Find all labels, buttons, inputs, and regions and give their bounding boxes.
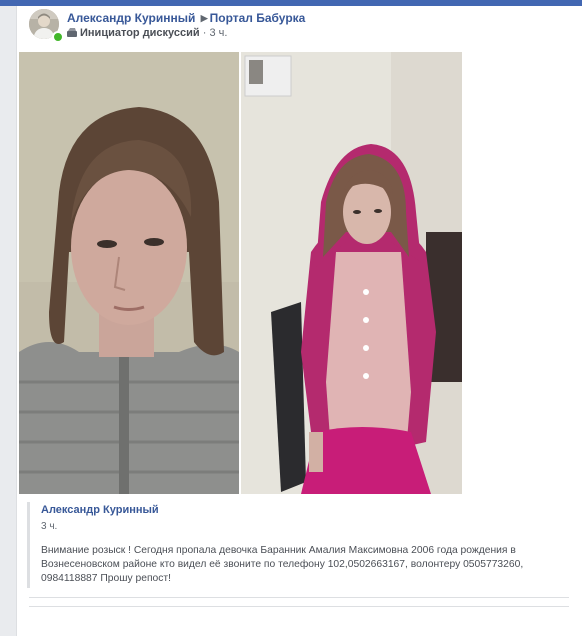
photo-portrait[interactable] xyxy=(19,52,239,494)
post-header: Александр Куринный ▶ Портал Бабурка xyxy=(67,11,305,25)
shared-post-text: Внимание розыск ! Сегодня пропала девочк… xyxy=(41,545,524,584)
divider xyxy=(29,597,569,598)
shared-author-link[interactable]: Александр Куринный xyxy=(41,504,159,516)
photo-seated[interactable] xyxy=(241,52,462,494)
post-card: Александр Куринный ▶ Портал Бабурка Иници… xyxy=(16,6,582,636)
meta-separator: · xyxy=(202,27,207,39)
discussion-starter-icon xyxy=(67,28,77,37)
triangle-right-icon: ▶ xyxy=(200,13,208,23)
divider xyxy=(29,606,569,607)
shared-post-attachment[interactable]: Александр Куринный 3 ч. Внимание розыск … xyxy=(27,502,574,588)
post-time[interactable]: 3 ч. xyxy=(209,27,227,39)
shared-post-time[interactable]: 3 ч. xyxy=(41,521,57,532)
member-badge[interactable]: Инициатор дискуссий xyxy=(80,27,200,39)
online-indicator-icon xyxy=(52,31,64,43)
post-meta: Инициатор дискуссий · 3 ч. xyxy=(67,27,227,39)
group-link[interactable]: Портал Бабурка xyxy=(210,11,306,25)
author-link[interactable]: Александр Куринный xyxy=(67,11,195,25)
